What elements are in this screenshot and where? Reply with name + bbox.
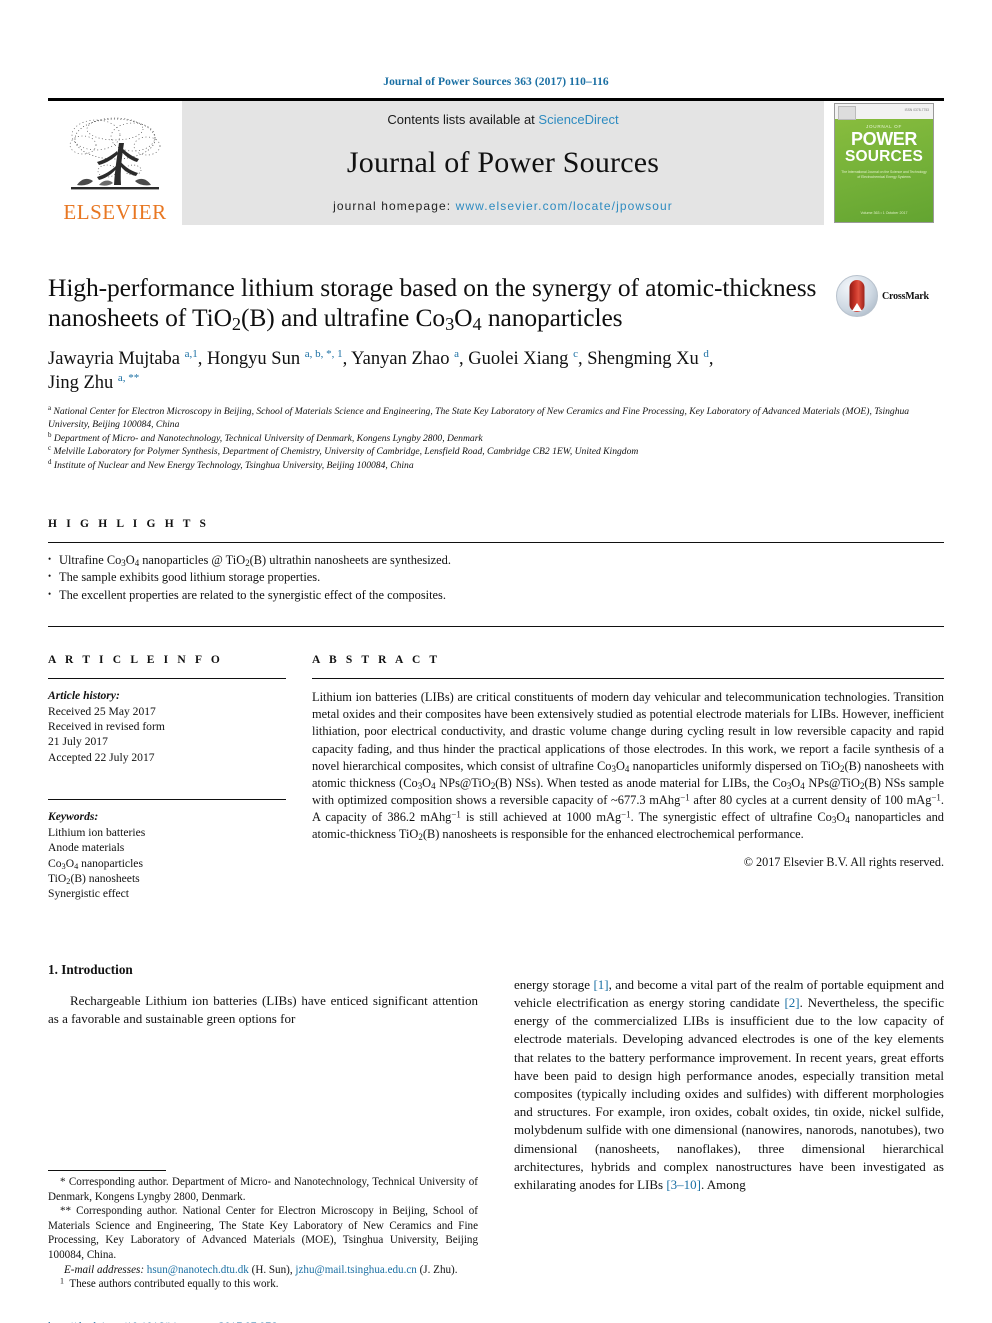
contents-available-line: Contents lists available at ScienceDirec…: [387, 112, 618, 127]
abstract-divider: [312, 678, 944, 680]
keyword-item: Anode materials: [48, 841, 125, 855]
email-label: E-mail addresses:: [64, 1263, 145, 1276]
citation-ref-1[interactable]: [1]: [593, 977, 608, 992]
abstract-text: Lithium ion batteries (LIBs) are critica…: [312, 690, 945, 842]
cover-title-line1: POWER: [850, 129, 917, 149]
affiliation-list: a National Center for Electron Microscop…: [48, 403, 944, 472]
cover-elsevier-mark: [838, 106, 856, 120]
keyword-item: Co3O4 nanoparticles: [48, 856, 143, 871]
keyword-item: Synergistic effect: [48, 887, 130, 901]
affiliation-d: d Institute of Nuclear and New Energy Te…: [48, 457, 414, 471]
info-abstract-row: A R T I C L E I N F O Article history: R…: [48, 654, 944, 901]
article-history-title: Article history:: [48, 689, 120, 703]
cover-title-line2: SOURCES: [844, 148, 924, 165]
cover-footer: Volume 363 • 1 October 2017: [860, 211, 908, 215]
highlights-heading: H I G H L I G H T S: [48, 518, 210, 531]
cover-description: The International Journal on the Science…: [841, 170, 927, 179]
history-received: Received 25 May 2017: [48, 704, 156, 718]
crossmark-badge[interactable]: CrossMark: [836, 273, 944, 317]
journal-homepage-link[interactable]: www.elsevier.com/locate/jpowsour: [456, 199, 673, 213]
article-info-column: A R T I C L E I N F O Article history: R…: [48, 654, 312, 901]
article-history: Article history: Received 25 May 2017 Re…: [48, 688, 286, 765]
highlight-item: The sample exhibits good lithium storage…: [48, 568, 944, 586]
journal-banner: ELSEVIER Contents lists available at Sci…: [48, 98, 944, 225]
paper-page: Journal of Power Sources 363 (2017) 110–…: [0, 0, 992, 1323]
cover-title: POWER SOURCES: [835, 130, 933, 166]
footnote-equal-contribution: 1 These authors contributed equally to t…: [60, 1276, 279, 1291]
author-list: Jawayria Mujtaba a,1, Hongyu Sun a, b, *…: [48, 347, 714, 393]
article-info-divider: [48, 678, 286, 680]
highlight-item: The excellent properties are related to …: [48, 586, 944, 604]
keywords-block: Keywords: Lithium ion batteries Anode ma…: [48, 809, 286, 901]
title-block: High-performance lithium storage based o…: [48, 273, 944, 333]
keyword-item: Lithium ion batteries: [48, 825, 146, 839]
history-revised: Received in revised form: [48, 720, 165, 734]
intro-paragraph-left: Rechargeable Lithium ion batteries (LIBs…: [48, 992, 478, 1026]
citation-ref-3-10[interactable]: [3–10]: [666, 1177, 701, 1192]
cover-image: ISSN 0378-7753 JOURNAL OF POWER SOURCES …: [834, 103, 934, 223]
history-accepted: Accepted 22 July 2017: [48, 750, 155, 764]
email-link-1[interactable]: hsun@nanotech.dtu.dk: [147, 1264, 249, 1276]
footnote-corresponding-1: * Corresponding author. Department of Mi…: [48, 1175, 478, 1203]
body-columns: 1. Introduction Rechargeable Lithium ion…: [48, 961, 944, 1323]
journal-cover-thumbnail: ISSN 0378-7753 JOURNAL OF POWER SOURCES …: [824, 101, 944, 225]
email-owner-1: (H. Sun),: [251, 1263, 293, 1276]
history-revised-date: 21 July 2017: [48, 735, 108, 749]
crossmark-arrow-icon: [852, 303, 862, 311]
abstract-heading: A B S T R A C T: [312, 654, 441, 667]
journal-title: Journal of Power Sources: [346, 146, 660, 179]
body-column-left: 1. Introduction Rechargeable Lithium ion…: [48, 961, 478, 1323]
abstract-column: A B S T R A C T Lithium ion batteries (L…: [312, 654, 944, 901]
email-link-2[interactable]: jzhu@mail.tsinghua.edu.cn: [295, 1264, 416, 1276]
footnote-emails: E-mail addresses: hsun@nanotech.dtu.dk (…: [48, 1263, 478, 1278]
footnote-rule: [48, 1169, 166, 1171]
running-head: Journal of Power Sources 363 (2017) 110–…: [383, 76, 609, 88]
intro-paragraph-right: energy storage [1], and become a vital p…: [514, 976, 944, 1192]
crossmark-icon: [836, 275, 878, 317]
footnote-corresponding-2: ** Corresponding author. National Center…: [48, 1205, 478, 1261]
banner-center: Contents lists available at ScienceDirec…: [182, 101, 824, 225]
body-column-right: energy storage [1], and become a vital p…: [514, 962, 944, 1292]
affiliation-a: a National Center for Electron Microscop…: [48, 403, 910, 431]
article-info-spacer: [48, 765, 286, 787]
crossmark-label: CrossMark: [882, 290, 929, 302]
doi-block: http://dx.doi.org/10.1016/j.jpowsour.201…: [48, 1319, 299, 1323]
keywords-title: Keywords:: [48, 810, 99, 824]
keywords-divider: [48, 799, 286, 801]
sciencedirect-link[interactable]: ScienceDirect: [538, 112, 618, 127]
keyword-item: TiO2(B) nanosheets: [48, 871, 140, 886]
homepage-prefix: journal homepage:: [333, 199, 456, 213]
elsevier-tree-icon: [69, 117, 161, 190]
cover-issn: ISSN 0378-7753: [904, 108, 929, 112]
email-owner-2: (J. Zhu).: [419, 1263, 458, 1276]
contents-prefix: Contents lists available at: [387, 112, 539, 127]
highlights-divider: [48, 542, 944, 544]
paper-sheet: Journal of Power Sources 363 (2017) 110–…: [48, 0, 944, 1323]
abstract-copyright: © 2017 Elsevier B.V. All rights reserved…: [743, 855, 944, 870]
highlights-list: Ultrafine Co3O4 nanoparticles @ TiO2(B) …: [48, 551, 944, 604]
elsevier-logo: ELSEVIER: [48, 101, 182, 225]
journal-homepage-line: journal homepage: www.elsevier.com/locat…: [333, 199, 673, 213]
article-info-heading: A R T I C L E I N F O: [48, 654, 223, 667]
title-text-wrap: High-performance lithium storage based o…: [48, 273, 836, 333]
section-divider: [48, 626, 944, 628]
elsevier-wordmark: ELSEVIER: [63, 200, 167, 224]
page-title: High-performance lithium storage based o…: [48, 273, 817, 335]
citation-ref-2[interactable]: [2]: [784, 995, 799, 1010]
footnotes-block: * Corresponding author. Department of Mi…: [48, 1169, 478, 1292]
highlight-item: Ultrafine Co3O4 nanoparticles @ TiO2(B) …: [48, 551, 944, 569]
affiliation-b: b Department of Micro- and Nanotechnolog…: [48, 430, 483, 444]
affiliation-c: c Melville Laboratory for Polymer Synthe…: [48, 444, 639, 458]
section-heading-introduction: 1. Introduction: [48, 961, 133, 977]
